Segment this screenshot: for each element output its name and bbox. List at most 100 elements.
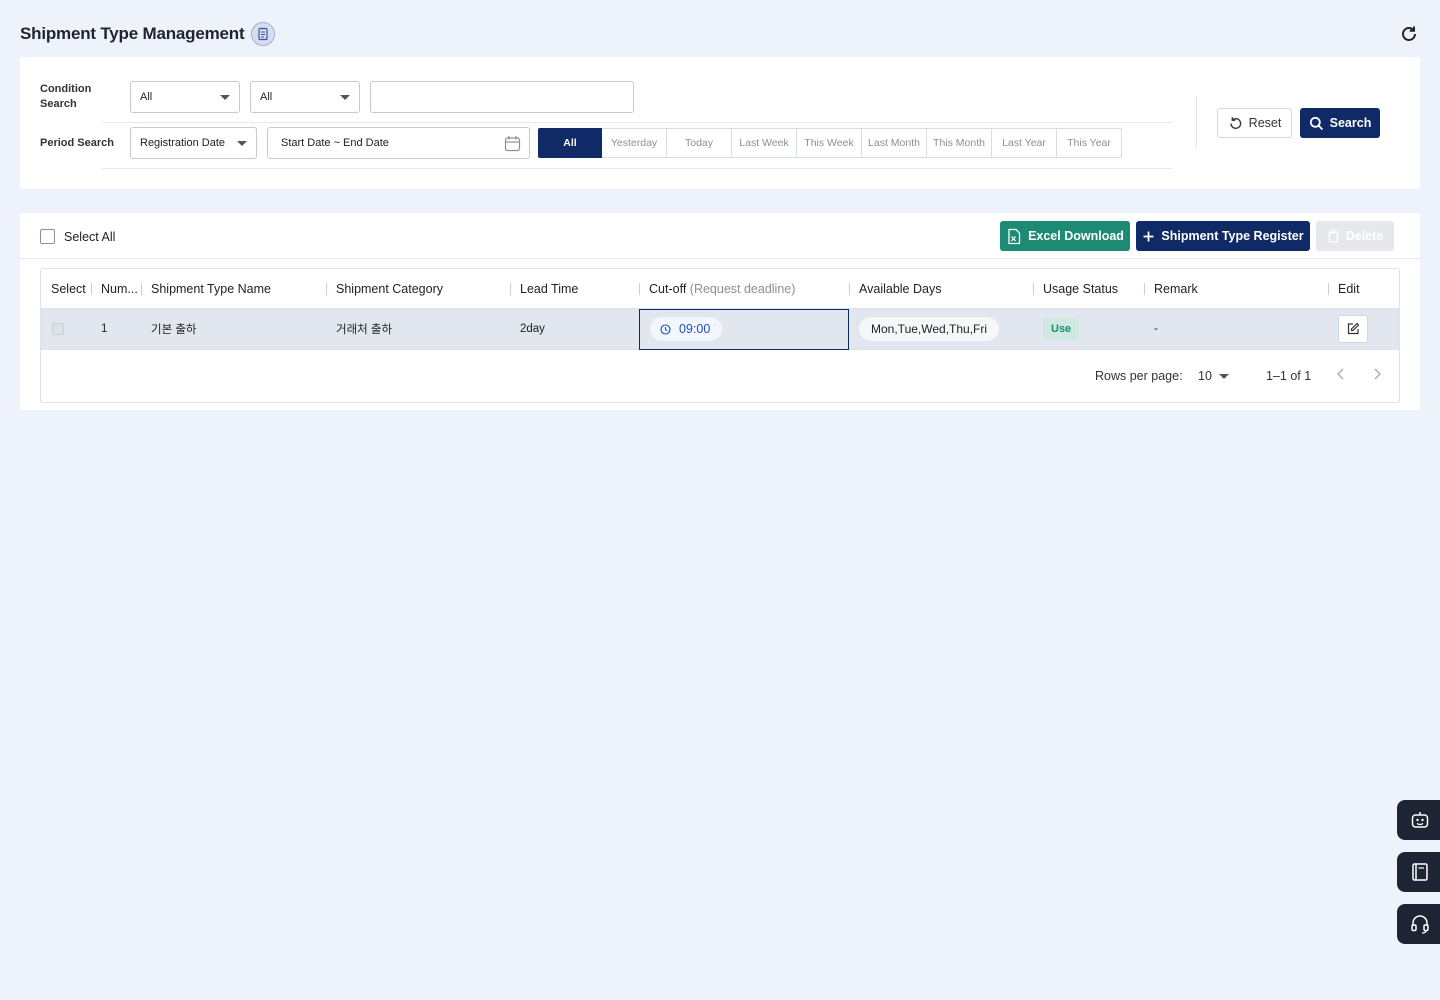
cutoff-time-value: 09:00 (679, 322, 711, 336)
period-button-group: All Yesterday Today Last Week This Week … (538, 128, 1122, 158)
row-remark: - (1154, 323, 1158, 335)
condition-select-1-value: All (140, 91, 153, 103)
row-usage-status-cell: Use (1033, 309, 1144, 349)
search-icon (1309, 116, 1323, 130)
period-last-year-button[interactable]: Last Year (992, 128, 1057, 158)
chevron-right-icon[interactable] (1369, 366, 1385, 387)
search-panel: Condition Search All All Period Search R… (20, 57, 1420, 189)
row-cutoff-cell[interactable]: 09:00 (639, 308, 849, 350)
reset-button-label: Reset (1248, 116, 1282, 130)
column-header-lead-time[interactable]: Lead Time (510, 269, 639, 308)
chevron-down-icon (340, 95, 350, 100)
keyword-input[interactable] (370, 81, 634, 113)
list-toolbar: Select All Excel Download Shipment Type … (20, 213, 1420, 259)
chatbot-button[interactable] (1397, 800, 1440, 840)
row-edit-cell (1328, 309, 1399, 349)
document-icon[interactable] (251, 22, 276, 46)
cutoff-header-sublabel: (Request deadline) (689, 281, 796, 296)
page-title: Shipment Type Management (20, 24, 245, 43)
clock-icon (660, 323, 671, 335)
column-header-name[interactable]: Shipment Type Name (141, 269, 326, 308)
row-lead-time: 2day (520, 323, 545, 335)
page-header: Shipment Type Management (20, 18, 1420, 50)
robot-icon (1411, 812, 1428, 828)
period-type-value: Registration Date (140, 137, 225, 149)
period-last-month-button[interactable]: Last Month (862, 128, 927, 158)
chevron-down-icon[interactable] (1219, 374, 1229, 379)
delete-button[interactable]: Delete (1316, 221, 1394, 251)
shipment-type-register-button[interactable]: Shipment Type Register (1136, 221, 1310, 251)
chevron-down-icon (237, 141, 247, 146)
period-type-select[interactable]: Registration Date (130, 127, 257, 159)
cutoff-header-label: Cut-off (649, 281, 687, 296)
edit-button[interactable] (1338, 315, 1368, 343)
condition-search-row: Condition Search All All (40, 74, 634, 120)
book-icon (1411, 863, 1428, 881)
rows-per-page-label: Rows per page: (1095, 369, 1183, 383)
divider (102, 168, 1172, 169)
search-button-label: Search (1329, 116, 1372, 130)
row-number: 1 (101, 323, 108, 335)
condition-select-2-value: All (260, 91, 273, 103)
period-this-month-button[interactable]: This Month (927, 128, 992, 158)
refresh-icon[interactable] (1398, 23, 1420, 45)
vertical-divider (1196, 97, 1197, 147)
plus-icon (1143, 231, 1154, 241)
chevron-left-icon[interactable] (1333, 366, 1349, 387)
period-search-row: Period Search Registration Date Start Da… (40, 120, 1122, 166)
list-panel: Select All Excel Download Shipment Type … (20, 213, 1420, 410)
period-all-button[interactable]: All (538, 128, 602, 158)
pagination: Rows per page: 10 1–1 of 1 (41, 351, 1399, 401)
period-this-year-button[interactable]: This Year (1057, 128, 1122, 158)
cutoff-time-chip: 09:00 (650, 317, 723, 341)
search-button[interactable]: Search (1300, 108, 1380, 138)
condition-search-label: Condition Search (40, 83, 92, 110)
date-range-placeholder: Start Date ~ End Date (281, 137, 389, 149)
shipment-type-table: Select Num... Shipment Type Name Shipmen… (40, 268, 1400, 403)
delete-button-label: Delete (1345, 229, 1384, 243)
column-header-edit[interactable]: Edit (1328, 269, 1399, 308)
row-shipment-type-name: 기본 출하 (151, 324, 197, 336)
excel-download-button[interactable]: Excel Download (1000, 221, 1130, 251)
row-available-days-cell: Mon,Tue,Wed,Thu,Fri (849, 309, 1033, 349)
manual-button[interactable] (1397, 852, 1440, 892)
period-yesterday-button[interactable]: Yesterday (602, 128, 667, 158)
period-last-week-button[interactable]: Last Week (732, 128, 797, 158)
condition-select-2[interactable]: All (250, 81, 360, 113)
trash-icon (1327, 229, 1339, 243)
column-header-remark[interactable]: Remark (1144, 269, 1328, 308)
excel-download-label: Excel Download (1028, 229, 1124, 243)
headset-icon (1410, 915, 1429, 934)
reset-button[interactable]: Reset (1217, 108, 1292, 138)
chevron-down-icon (220, 95, 230, 100)
row-select-cell (41, 309, 91, 349)
edit-icon (1347, 322, 1360, 335)
period-this-week-button[interactable]: This Week (797, 128, 862, 158)
table-row[interactable]: 1 기본 출하 거래처 출하 2day 09:00 Mon,Tue,Wed,Th… (41, 308, 1399, 350)
excel-icon (1008, 228, 1021, 244)
available-days-chip: Mon,Tue,Wed,Thu,Fri (859, 317, 1000, 341)
select-all-checkbox[interactable]: Select All (40, 229, 115, 244)
register-button-label: Shipment Type Register (1161, 229, 1304, 243)
column-header-cutoff[interactable]: Cut-off (Request deadline) (639, 269, 849, 308)
column-header-usage-status[interactable]: Usage Status (1033, 269, 1144, 308)
reset-icon (1229, 116, 1241, 129)
table-header: Select Num... Shipment Type Name Shipmen… (41, 269, 1399, 309)
select-all-label: Select All (64, 229, 116, 244)
column-header-category[interactable]: Shipment Category (326, 269, 510, 308)
date-range-input[interactable]: Start Date ~ End Date (267, 127, 530, 159)
calendar-icon[interactable] (504, 135, 521, 155)
row-shipment-category: 거래처 출하 (336, 324, 393, 336)
support-button[interactable] (1397, 904, 1440, 944)
column-header-available-days[interactable]: Available Days (849, 269, 1033, 308)
period-today-button[interactable]: Today (667, 128, 732, 158)
period-search-label: Period Search (40, 136, 114, 149)
rows-per-page-select[interactable]: 10 (1198, 369, 1212, 383)
condition-select-1[interactable]: All (130, 81, 240, 113)
checkbox-icon[interactable] (40, 229, 55, 244)
column-header-number[interactable]: Num... (91, 269, 141, 308)
status-badge: Use (1043, 318, 1080, 340)
column-header-select[interactable]: Select (41, 269, 91, 308)
row-checkbox[interactable] (52, 323, 64, 335)
pagination-range: 1–1 of 1 (1266, 369, 1312, 383)
